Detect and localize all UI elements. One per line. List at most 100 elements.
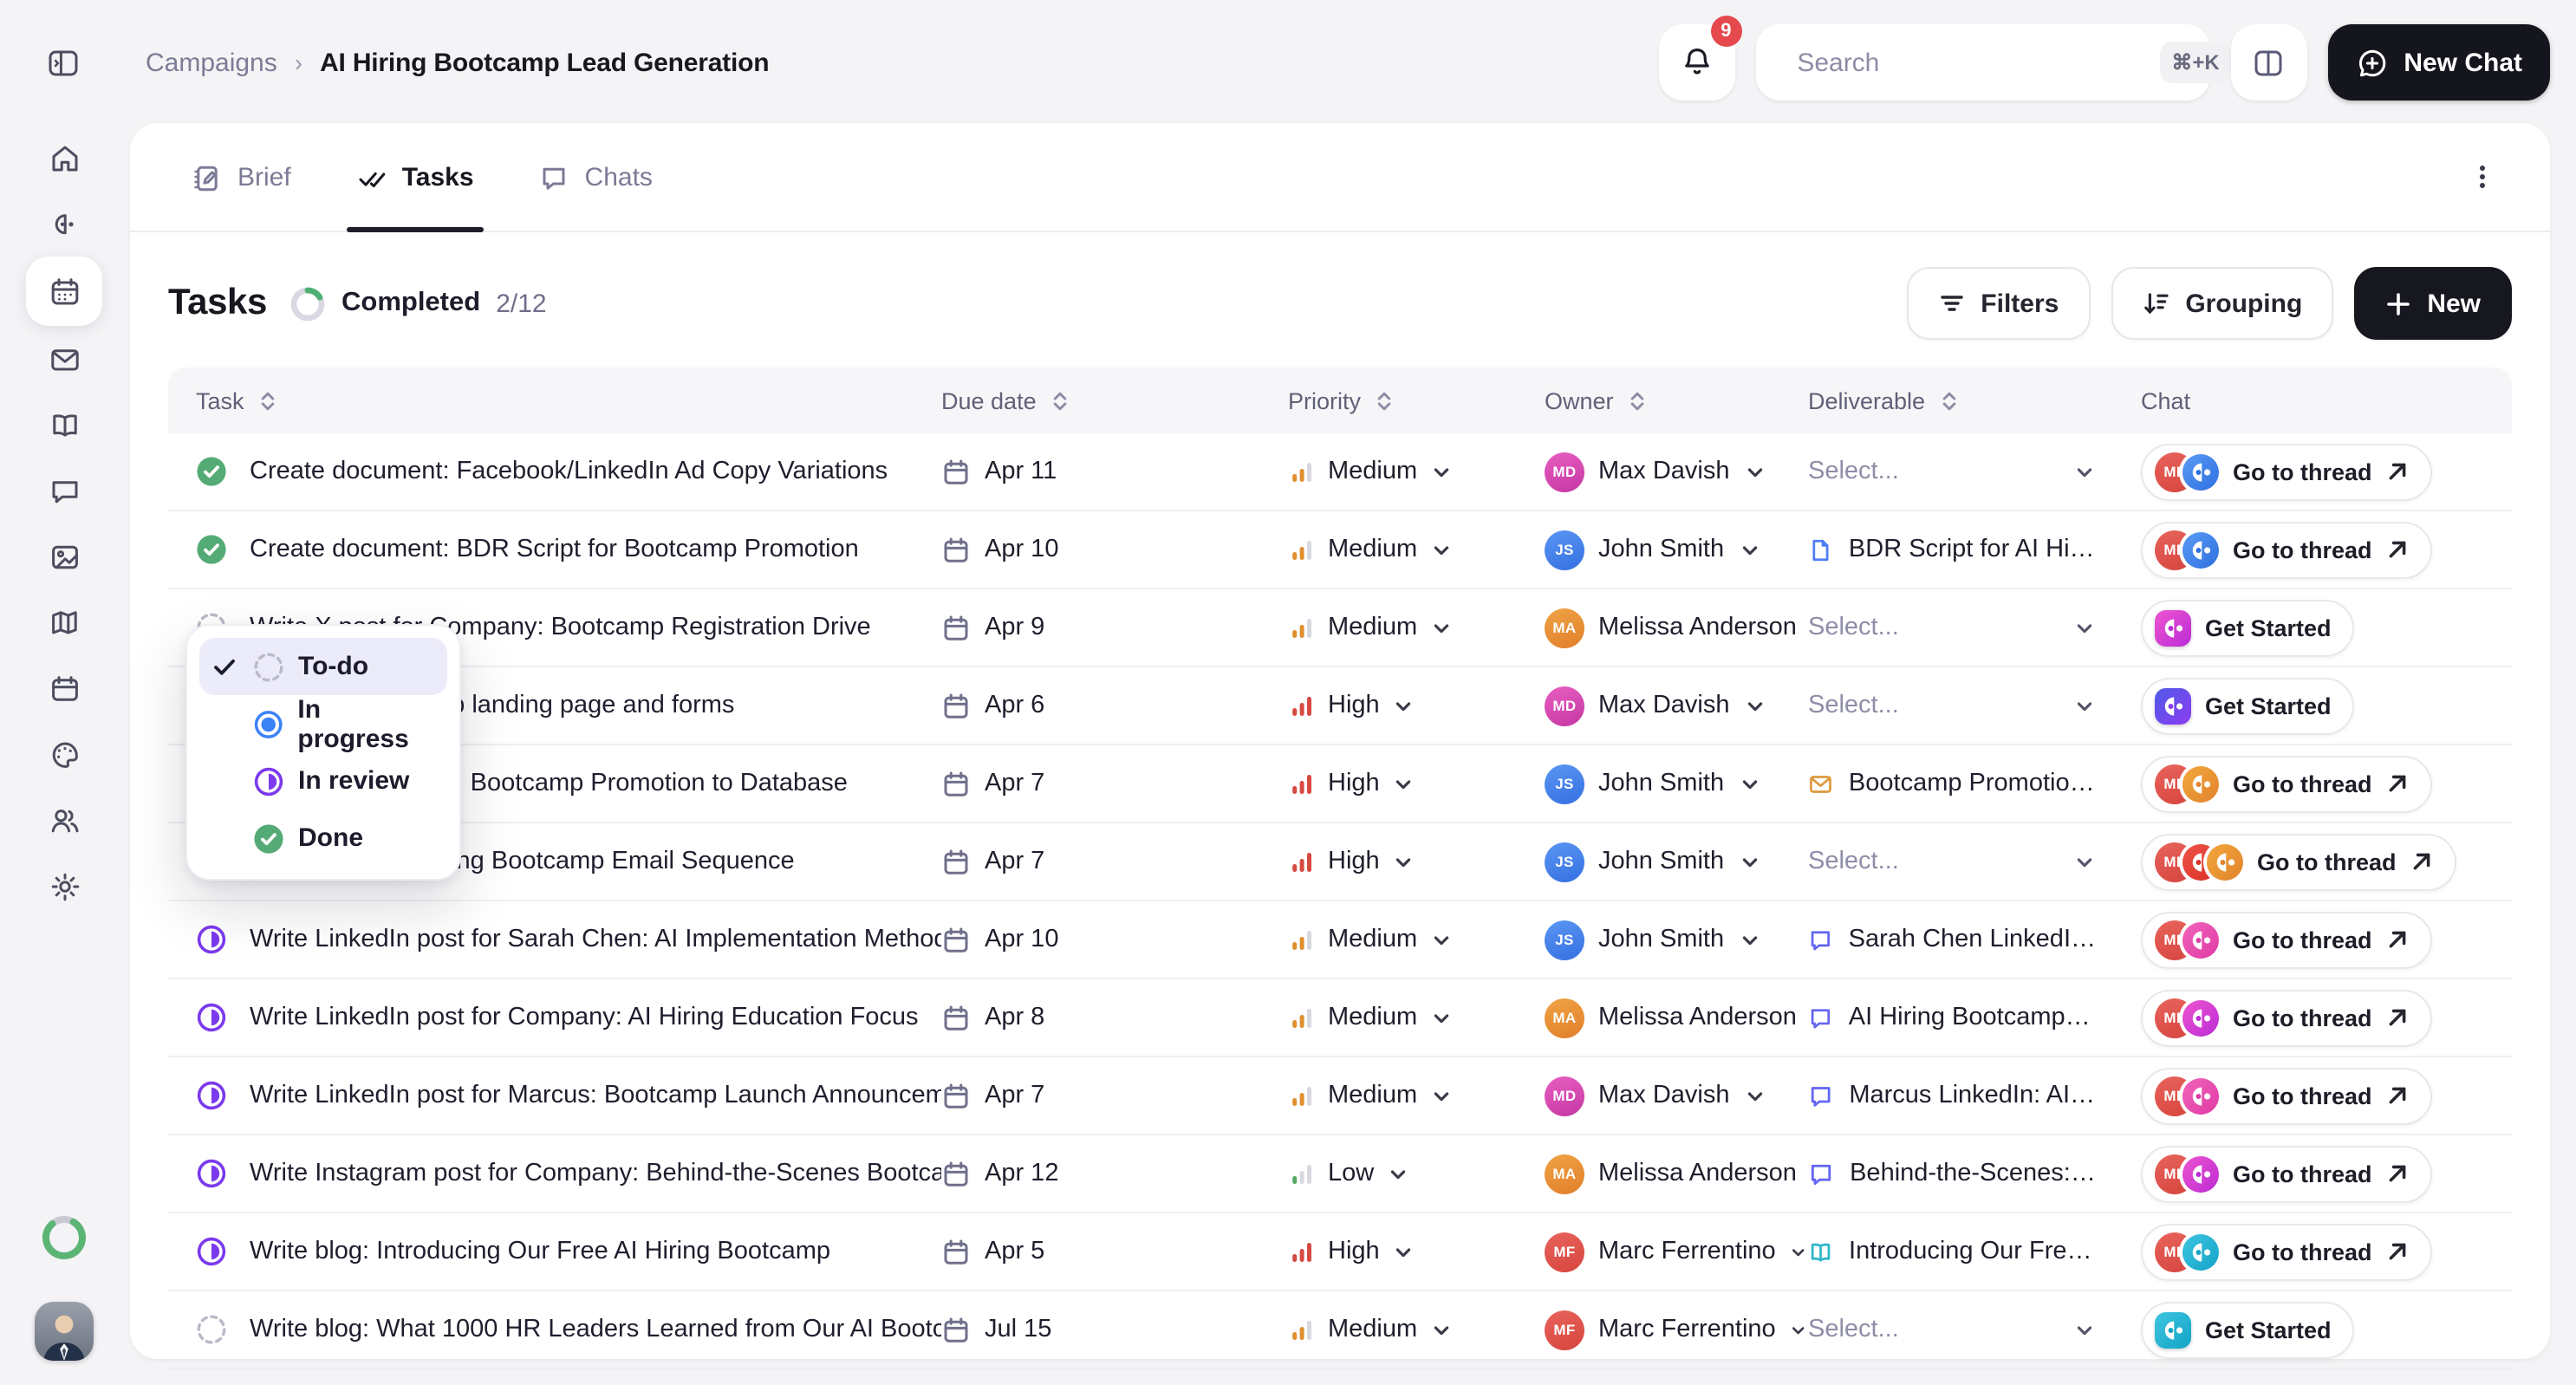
user-avatar[interactable]: [35, 1302, 94, 1361]
go-to-thread-button[interactable]: MFGo to thread: [2141, 989, 2433, 1046]
task-row[interactable]: Create document: Facebook/LinkedIn Ad Co…: [168, 433, 2512, 511]
column-header-priority[interactable]: Priority: [1288, 367, 1545, 433]
owner-select[interactable]: JSJohn Smith: [1545, 745, 1808, 822]
due-date-cell[interactable]: Apr 12: [941, 1135, 1288, 1212]
get-started-button[interactable]: Get Started: [2141, 599, 2354, 656]
column-header-owner[interactable]: Owner: [1545, 367, 1808, 433]
notifications-button[interactable]: 9: [1658, 24, 1734, 101]
owner-select[interactable]: JSJohn Smith: [1545, 901, 1808, 978]
sidebar-item-chat-bubble[interactable]: [26, 458, 102, 523]
breadcrumb-campaigns[interactable]: Campaigns: [146, 48, 277, 77]
priority-select[interactable]: Medium: [1288, 1291, 1545, 1368]
status-option-todo[interactable]: To-do: [199, 638, 447, 695]
status-option-review[interactable]: In review: [199, 752, 447, 810]
owner-select[interactable]: MFMarc Ferrentino: [1545, 1213, 1808, 1290]
tab-brief[interactable]: Brief: [182, 123, 302, 231]
new-chat-button[interactable]: New Chat: [2327, 24, 2550, 101]
go-to-thread-button[interactable]: MFGo to thread: [2141, 1067, 2433, 1124]
task-row[interactable]: Create document: BDR Script for Bootcamp…: [168, 511, 2512, 589]
sidebar-item-home[interactable]: [26, 125, 102, 191]
search-bar[interactable]: ⌘+K: [1755, 24, 2209, 101]
task-status-toggle[interactable]: [196, 534, 227, 565]
go-to-thread-button[interactable]: MFGo to thread: [2141, 911, 2433, 968]
task-status-toggle[interactable]: [196, 1236, 227, 1267]
task-row[interactable]: Write LinkedIn post for Company: AI Hiri…: [168, 979, 2512, 1057]
deliverable-select[interactable]: Select...: [1808, 458, 2096, 485]
due-date-cell[interactable]: Apr 5: [941, 1213, 1288, 1290]
priority-select[interactable]: Low: [1288, 1135, 1545, 1212]
due-date-cell[interactable]: Apr 10: [941, 511, 1288, 588]
owner-select[interactable]: JSJohn Smith: [1545, 511, 1808, 588]
sidebar-item-agent-logo[interactable]: [26, 191, 102, 257]
sidebar-item-calendar[interactable]: [26, 655, 102, 721]
task-row[interactable]: Write blog: What 1000 HR Leaders Learned…: [168, 1291, 2512, 1369]
task-row[interactable]: iring Bootcamp Email SequenceApr 7HighJS…: [168, 823, 2512, 901]
priority-select[interactable]: High: [1288, 667, 1545, 744]
status-option-done[interactable]: Done: [199, 810, 447, 867]
deliverable-link[interactable]: AI Hiring Bootcamp - Co...: [1808, 979, 2141, 1056]
search-input[interactable]: [1793, 46, 2145, 79]
task-status-toggle[interactable]: [196, 1002, 227, 1033]
task-row[interactable]: up landing page and formsApr 6HighMDMax …: [168, 667, 2512, 745]
priority-select[interactable]: High: [1288, 1213, 1545, 1290]
priority-select[interactable]: Medium: [1288, 979, 1545, 1056]
go-to-thread-button[interactable]: MFGo to thread: [2141, 755, 2433, 812]
go-to-thread-button[interactable]: MFGo to thread: [2141, 1145, 2433, 1202]
priority-select[interactable]: Medium: [1288, 901, 1545, 978]
task-status-toggle[interactable]: [196, 924, 227, 955]
owner-select[interactable]: MAMelissa Anderson: [1545, 1135, 1808, 1212]
task-row[interactable]: Write X post for Company: Bootcamp Regis…: [168, 589, 2512, 667]
sidebar-item-image[interactable]: [26, 523, 102, 589]
owner-select[interactable]: MAMelissa Anderson: [1545, 589, 1808, 666]
new-task-button[interactable]: New: [2354, 267, 2512, 340]
deliverable-link[interactable]: Bootcamp Promotion to ...: [1808, 745, 2141, 822]
owner-select[interactable]: MAMelissa Anderson: [1545, 979, 1808, 1056]
go-to-thread-button[interactable]: MFGo to thread: [2141, 443, 2433, 500]
owner-select[interactable]: JSJohn Smith: [1545, 823, 1808, 900]
priority-select[interactable]: High: [1288, 745, 1545, 822]
due-date-cell[interactable]: Apr 7: [941, 745, 1288, 822]
due-date-cell[interactable]: Apr 10: [941, 901, 1288, 978]
sidebar-toggle-icon[interactable]: [47, 47, 80, 80]
due-date-cell[interactable]: Apr 9: [941, 589, 1288, 666]
due-date-cell[interactable]: Apr 7: [941, 823, 1288, 900]
sidebar-item-mail[interactable]: [26, 326, 102, 392]
task-row[interactable]: Write Instagram post for Company: Behind…: [168, 1135, 2512, 1213]
go-to-thread-button[interactable]: MFGo to thread: [2141, 521, 2433, 578]
column-header-deliverable[interactable]: Deliverable: [1808, 367, 2141, 433]
more-options-button[interactable]: [2453, 147, 2512, 206]
sidebar-item-book[interactable]: [26, 392, 102, 458]
grouping-button[interactable]: Grouping: [2111, 267, 2333, 340]
filters-button[interactable]: Filters: [1906, 267, 2090, 340]
tab-tasks[interactable]: Tasks: [347, 123, 485, 231]
task-status-toggle[interactable]: [196, 1314, 227, 1345]
deliverable-select[interactable]: Select...: [1808, 692, 2096, 719]
go-to-thread-button[interactable]: MFGo to thread: [2141, 1223, 2433, 1280]
due-date-cell[interactable]: Apr 11: [941, 433, 1288, 510]
priority-select[interactable]: Medium: [1288, 1057, 1545, 1134]
deliverable-link[interactable]: Marcus LinkedIn: AI Hiri...: [1808, 1057, 2141, 1134]
task-status-toggle[interactable]: [196, 456, 227, 487]
due-date-cell[interactable]: Apr 6: [941, 667, 1288, 744]
task-status-toggle[interactable]: [196, 1080, 227, 1111]
deliverable-select[interactable]: Select...: [1808, 614, 2096, 641]
owner-select[interactable]: MDMax Davish: [1545, 667, 1808, 744]
due-date-cell[interactable]: Jul 15: [941, 1291, 1288, 1368]
priority-select[interactable]: Medium: [1288, 511, 1545, 588]
owner-select[interactable]: MDMax Davish: [1545, 1057, 1808, 1134]
owner-select[interactable]: MFMarc Ferrentino: [1545, 1291, 1808, 1368]
priority-select[interactable]: Medium: [1288, 433, 1545, 510]
deliverable-link[interactable]: Behind-the-Scenes: AI ...: [1808, 1135, 2141, 1212]
due-date-cell[interactable]: Apr 8: [941, 979, 1288, 1056]
sidebar-item-calendar-dots[interactable]: [26, 257, 102, 326]
go-to-thread-button[interactable]: MFGo to thread: [2141, 833, 2457, 890]
priority-select[interactable]: High: [1288, 823, 1545, 900]
deliverable-link[interactable]: BDR Script for AI Hiring ...: [1808, 511, 2141, 588]
sidebar-item-palette[interactable]: [26, 721, 102, 787]
column-header-task[interactable]: Task: [168, 367, 941, 433]
panel-toggle-button[interactable]: [2230, 24, 2306, 101]
owner-select[interactable]: MDMax Davish: [1545, 433, 1808, 510]
deliverable-select[interactable]: Select...: [1808, 1316, 2096, 1343]
status-option-progress[interactable]: In progress: [199, 695, 447, 752]
deliverable-link[interactable]: Sarah Chen LinkedIn: AI...: [1808, 901, 2141, 978]
